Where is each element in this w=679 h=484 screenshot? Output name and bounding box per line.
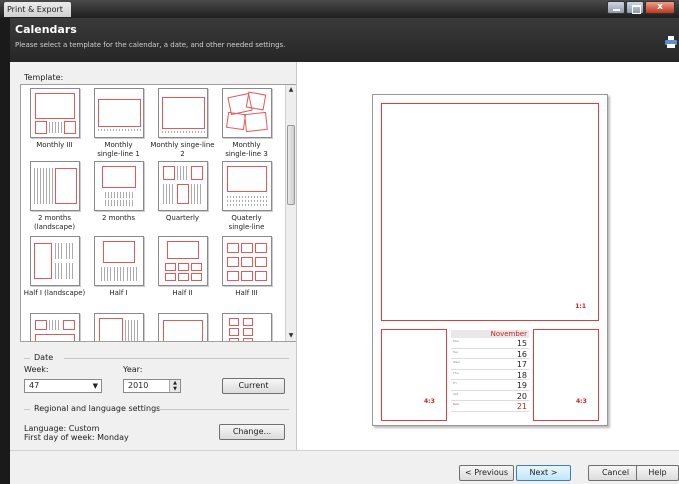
- stepper-arrows-icon[interactable]: ▲ ▼: [169, 380, 180, 392]
- printer-icon: [665, 36, 677, 48]
- window-controls: x: [606, 1, 675, 14]
- ratio-left-label: 4:3: [424, 398, 435, 405]
- date-section-header: Date: [24, 353, 289, 363]
- template-name: 2 months: [101, 214, 136, 222]
- template-thumbnail: [157, 236, 208, 286]
- cancel-button[interactable]: Cancel: [588, 465, 643, 481]
- template-name: Monthly single-line 1: [97, 141, 140, 158]
- previous-button[interactable]: < Previous: [459, 465, 514, 481]
- month-label: November: [451, 330, 529, 338]
- help-button[interactable]: Help: [636, 465, 679, 481]
- template-thumbnail: [157, 313, 208, 341]
- template-partial[interactable]: [214, 313, 279, 341]
- template-name: Half III: [235, 289, 258, 297]
- template-thumbnail: [93, 236, 144, 286]
- template-thumbnail: [93, 313, 144, 341]
- week-select[interactable]: 47 ▼: [24, 379, 102, 393]
- title-bar: Print & Export x: [0, 0, 679, 18]
- template-monthly-single-line-1[interactable]: Monthly single-line 1: [86, 88, 151, 159]
- template-quarterly[interactable]: Quarterly: [150, 161, 215, 223]
- window-title: Print & Export: [4, 2, 71, 17]
- week-label: Week:: [24, 365, 49, 374]
- close-button[interactable]: x: [645, 1, 675, 14]
- template-half-i[interactable]: Half I: [86, 236, 151, 298]
- template-thumbnail: [93, 88, 144, 138]
- template-thumbnail: [221, 88, 272, 138]
- language-text: Language: Custom: [24, 424, 100, 433]
- calendar-day-row: Fri 19: [451, 381, 529, 391]
- calendar-day-row: Wed 17: [451, 360, 529, 370]
- wizard-footer: < Previous Next > Cancel Help: [10, 450, 679, 484]
- template-half-iii[interactable]: Half III: [214, 236, 279, 298]
- template-list[interactable]: Monthly III Monthly single-line 1 Monthly…: [20, 84, 297, 342]
- settings-panel: Template: Monthly III Monthly single-line…: [10, 62, 297, 450]
- template-name: Quarterly: [165, 214, 200, 222]
- regional-section-label: Regional and language settings: [34, 404, 161, 413]
- calendar-day-row: Mon 15: [451, 339, 529, 349]
- chevron-down-icon: ▼: [92, 382, 98, 390]
- template-name: Monthly singe-line 2: [150, 141, 215, 158]
- template-2-months-landscape[interactable]: 2 months (landscape): [22, 161, 87, 232]
- regional-section-header: Regional and language settings: [24, 404, 289, 414]
- template-label: Template:: [24, 73, 64, 82]
- preview-page: 1:1 4:3 November Mon 15 Tue 16 Wed 17 Thu 18…: [372, 94, 608, 426]
- minimize-button[interactable]: [607, 1, 625, 14]
- scroll-thumb[interactable]: [287, 125, 295, 205]
- month-calendar: November Mon 15 Tue 16 Wed 17 Thu 18 Fri 19 S…: [451, 330, 529, 414]
- template-thumbnail: [157, 88, 208, 138]
- template-name: Quaterly single-line: [228, 214, 265, 231]
- maximize-button[interactable]: [626, 1, 644, 14]
- left-photo-area: 4:3: [381, 329, 447, 421]
- page-subtitle: Please select a template for the calenda…: [15, 41, 286, 49]
- scroll-up-icon[interactable]: ▲: [286, 85, 296, 95]
- template-thumbnail: [93, 161, 144, 211]
- template-monthly-iii[interactable]: Monthly III: [22, 88, 87, 150]
- template-thumbnail: [221, 236, 272, 286]
- current-button[interactable]: Current: [222, 378, 285, 394]
- template-name: Half II: [172, 289, 193, 297]
- template-quaterly-single-line[interactable]: Quaterly single-line: [214, 161, 279, 232]
- template-monthly-single-line-2[interactable]: Monthly singe-line 2: [150, 88, 215, 159]
- template-partial[interactable]: [22, 313, 87, 341]
- year-stepper[interactable]: 2010 ▲ ▼: [123, 379, 181, 393]
- main-photo-area: 1:1: [381, 103, 599, 321]
- change-button[interactable]: Change...: [219, 424, 285, 440]
- template-thumbnail: [221, 313, 272, 341]
- date-section-label: Date: [34, 353, 54, 362]
- dialog-body: Template: Monthly III Monthly single-line…: [10, 62, 679, 450]
- template-thumbnail: [29, 236, 80, 286]
- calendar-day-row: Sun 21: [451, 402, 529, 412]
- template-thumbnail: [29, 313, 80, 341]
- page-title: Calendars: [15, 23, 77, 36]
- template-2-months[interactable]: 2 months: [86, 161, 151, 223]
- wizard-header: Calendars Please select a template for t…: [10, 18, 679, 62]
- template-name: 2 months (landscape): [33, 214, 76, 231]
- right-photo-area: 4:3: [533, 329, 599, 421]
- year-label: Year:: [123, 365, 143, 374]
- template-name: Monthly III: [36, 141, 73, 149]
- template-thumbnail: [29, 161, 80, 211]
- template-thumbnail: [29, 88, 80, 138]
- template-name: Half I: [109, 289, 128, 297]
- template-partial[interactable]: [86, 313, 151, 341]
- calendar-day-row: Sat 20: [451, 391, 529, 401]
- first-day-text: First day of week: Monday: [24, 433, 129, 442]
- template-partial[interactable]: [150, 313, 215, 341]
- next-button[interactable]: Next >: [516, 465, 571, 481]
- template-scrollbar[interactable]: ▲ ▼: [285, 85, 296, 341]
- template-thumbnail: [157, 161, 208, 211]
- ratio-main-label: 1:1: [575, 303, 586, 310]
- ratio-right-label: 4:3: [576, 398, 587, 405]
- template-name: Half I (landscape): [23, 289, 86, 297]
- scroll-down-icon[interactable]: ▼: [286, 331, 296, 341]
- template-name: Monthly single-line 3: [225, 141, 268, 158]
- template-monthly-single-line-3[interactable]: Monthly single-line 3: [214, 88, 279, 159]
- calendar-day-row: Tue 16: [451, 349, 529, 359]
- template-half-i-landscape[interactable]: Half I (landscape): [22, 236, 87, 298]
- template-half-ii[interactable]: Half II: [150, 236, 215, 298]
- calendar-day-row: Thu 18: [451, 370, 529, 380]
- calendar-preview: 1:1 4:3 November Mon 15 Tue 16 Wed 17 Thu 18…: [296, 62, 679, 450]
- template-thumbnail: [221, 161, 272, 211]
